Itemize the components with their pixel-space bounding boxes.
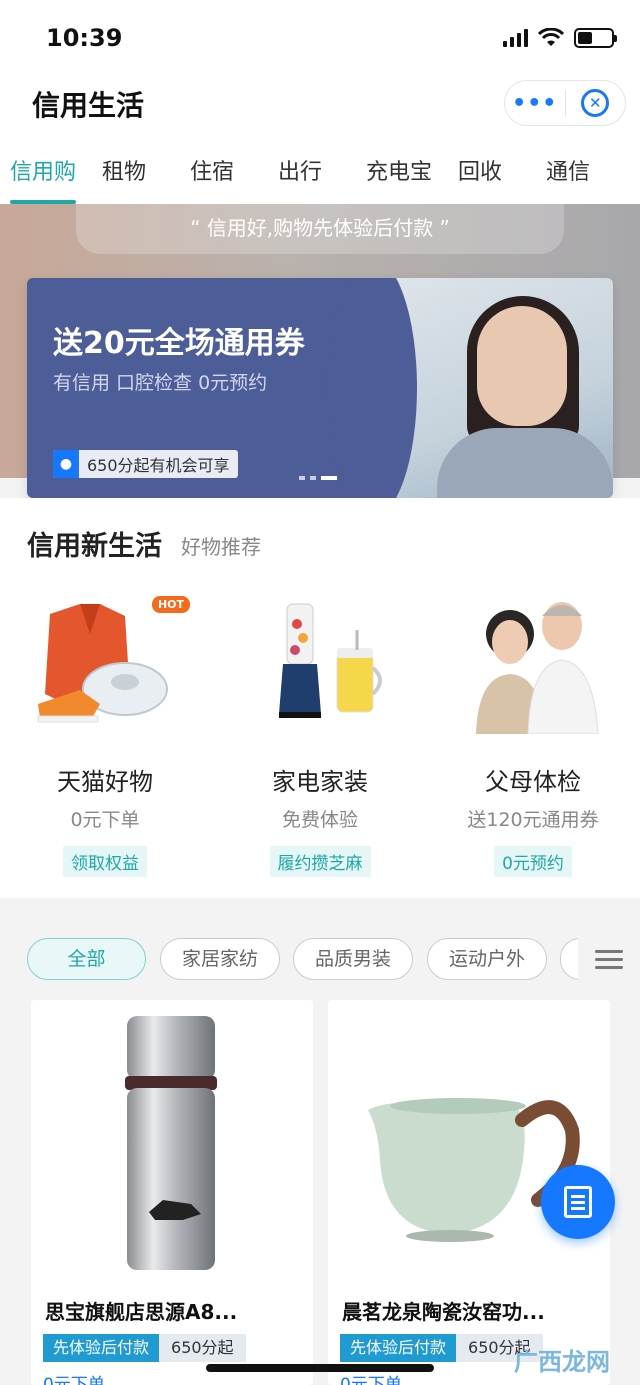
tab-lodging[interactable]: 住宿: [190, 136, 252, 204]
drop-icon: ●: [53, 450, 79, 478]
slogan: “ 信用好,购物先体验后付款 ”: [76, 204, 564, 254]
watermark: 广西龙网: [514, 1348, 610, 1376]
status-bar: 10:39: [0, 0, 640, 76]
product-price: 0元下单: [43, 1375, 105, 1385]
pay-later-tag: 先体验后付款: [340, 1334, 457, 1362]
product-title: 思宝旗舰店思源A8...: [45, 1300, 238, 1324]
close-button[interactable]: ✕: [565, 89, 625, 117]
category-tag: 领取权益: [63, 846, 147, 877]
mini-program-capsule: ••• ✕: [504, 80, 626, 126]
category-tag: 履约攒芝麻: [269, 846, 371, 877]
banner-badge: ● 650分起有机会可享: [53, 450, 238, 478]
section-title: 信用新生活: [27, 531, 162, 562]
category-tabs: 信用购 租物 住宿 出行 充电宝 回收 通信: [0, 136, 640, 204]
thermos-image: [31, 1000, 313, 1286]
banner-subtitle: 有信用 口腔检查 0元预约: [53, 372, 268, 394]
close-icon: ✕: [581, 89, 610, 117]
tab-travel[interactable]: 出行: [278, 136, 340, 204]
menu-icon[interactable]: [578, 936, 640, 982]
tab-rent[interactable]: 租物: [102, 136, 164, 204]
product-title: 晨茗龙泉陶瓷汝窑功...: [342, 1300, 545, 1324]
category-desc: 免费体验: [281, 809, 358, 831]
filter-mens-wear[interactable]: 品质男装: [293, 938, 413, 980]
banner-badge-text: 650分起有机会可享: [87, 456, 230, 475]
product-tags: 先体验后付款 650分起: [43, 1334, 246, 1362]
product-price: 0元下单: [340, 1375, 402, 1385]
home-indicator[interactable]: [206, 1364, 434, 1372]
filter-home-textiles[interactable]: 家居家纺: [160, 938, 280, 980]
product-card[interactable]: 思宝旗舰店思源A8... 先体验后付款 650分起 0元下单: [31, 1000, 313, 1385]
carousel-indicator: [299, 476, 337, 480]
tab-recycle[interactable]: 回收: [458, 136, 520, 204]
product-tags: 先体验后付款 650分起: [340, 1334, 543, 1362]
tea-pitcher-image: [328, 1000, 610, 1286]
score-tag: 650分起: [159, 1334, 246, 1362]
category-name: 家电家装: [272, 768, 368, 796]
category-desc: 0元下单: [70, 809, 140, 831]
tab-telecom[interactable]: 通信: [546, 136, 608, 204]
banner-title: 送20元全场通用券: [53, 326, 305, 361]
recommend-section: 信用新生活 好物推荐 HOT 天猫好物 0元下单 领取权益 家电家装 免费体验 …: [0, 498, 640, 898]
document-icon: [564, 1186, 592, 1218]
filter-bar: 全部 家居家纺 品质男装 运动户外: [0, 898, 640, 998]
tmall-goods-image: HOT: [30, 594, 190, 734]
filter-all[interactable]: 全部: [27, 938, 146, 980]
tab-credit-buy[interactable]: 信用购: [10, 136, 77, 204]
page-title: 信用生活: [32, 89, 145, 122]
category-name: 父母体检: [485, 768, 581, 796]
category-tmall[interactable]: HOT 天猫好物 0元下单 领取权益: [10, 594, 200, 877]
wifi-icon: [538, 28, 564, 46]
pay-later-tag: 先体验后付款: [43, 1334, 160, 1362]
category-desc: 送120元通用券: [467, 809, 599, 831]
promo-banner[interactable]: 送20元全场通用券 有信用 口腔检查 0元预约 ● 650分起有机会可享: [27, 278, 613, 498]
category-name: 天猫好物: [57, 768, 153, 796]
nav-bar: 信用生活 ••• ✕: [0, 76, 640, 136]
more-button[interactable]: •••: [505, 91, 565, 116]
appliances-image: [245, 594, 395, 734]
hot-badge: HOT: [151, 596, 190, 613]
section-subtitle: 好物推荐: [181, 535, 261, 559]
status-time: 10:39: [46, 24, 123, 52]
category-appliances[interactable]: 家电家装 免费体验 履约攒芝麻: [225, 594, 415, 877]
category-tag: 0元预约: [494, 846, 572, 877]
banner-photo: [327, 278, 613, 498]
filter-outdoor[interactable]: 运动户外: [427, 938, 547, 980]
battery-icon: [574, 28, 617, 48]
parents-checkup-image: [458, 594, 608, 735]
tab-power-bank[interactable]: 充电宝: [366, 136, 432, 204]
status-icons: [503, 28, 617, 48]
orders-fab-button[interactable]: [541, 1165, 615, 1239]
category-parents-checkup[interactable]: 父母体检 送120元通用券 0元预约: [438, 594, 628, 877]
signal-icon: [503, 29, 528, 47]
